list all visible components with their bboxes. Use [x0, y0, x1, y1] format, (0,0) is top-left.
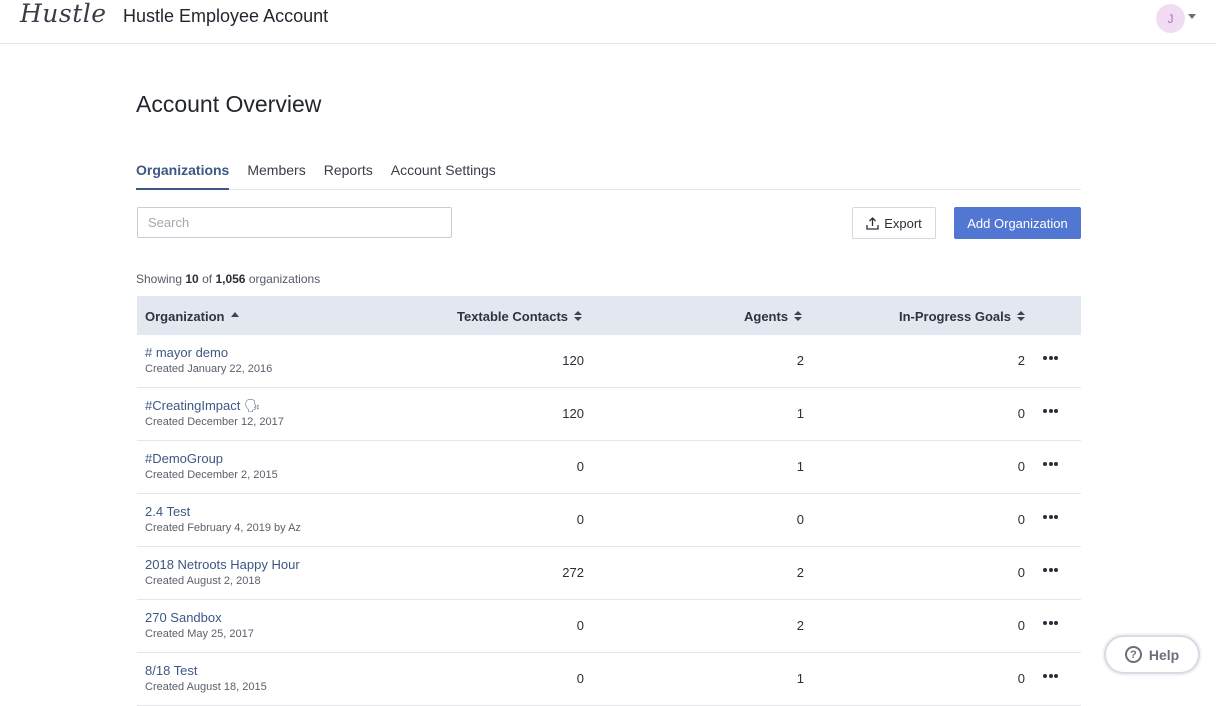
goals-value: 2 [1017, 353, 1025, 368]
table-row: #CreatingImpact 🗣 Created December 12, 2… [137, 388, 1081, 441]
tab-bar: Organizations Members Reports Account Se… [136, 160, 1081, 190]
goals-value: 0 [1017, 512, 1025, 527]
app-title: Hustle Employee Account [123, 6, 329, 26]
help-button[interactable]: ? Help [1104, 635, 1200, 674]
tab-reports[interactable]: Reports [324, 160, 373, 190]
column-header-goals[interactable]: In-Progress Goals [899, 309, 1025, 324]
more-options-icon[interactable] [1043, 459, 1058, 469]
page-title: Account Overview [136, 91, 322, 117]
column-header-agents[interactable]: Agents [744, 309, 803, 324]
sort-icon [794, 310, 803, 323]
goals-value: 0 [1017, 565, 1025, 580]
organization-link[interactable]: 2.4 Test [145, 504, 190, 519]
textable-contacts-value: 0 [576, 512, 584, 527]
tab-members[interactable]: Members [247, 160, 305, 190]
tab-organizations[interactable]: Organizations [136, 160, 230, 190]
agents-value: 0 [796, 512, 804, 527]
help-label: Help [1148, 646, 1180, 663]
export-label: Export [884, 215, 922, 231]
created-date: Created January 22, 2016 [145, 363, 273, 375]
organization-link[interactable]: #DemoGroup [145, 451, 223, 466]
tab-account-settings[interactable]: Account Settings [391, 160, 496, 190]
goals-value: 0 [1017, 671, 1025, 686]
created-date: Created February 4, 2019 by Az [145, 522, 301, 534]
textable-contacts-value: 120 [562, 406, 584, 421]
textable-contacts-value: 0 [576, 618, 584, 633]
sort-icon [1016, 310, 1025, 323]
table-row: 2018 Netroots Happy Hour Created August … [137, 547, 1081, 600]
search-input[interactable] [137, 207, 452, 238]
table-row: #DemoGroup Created December 2, 2015 0 1 … [137, 441, 1081, 494]
goals-value: 0 [1017, 459, 1025, 474]
sort-ascending-icon [231, 312, 240, 317]
textable-contacts-value: 0 [576, 671, 584, 686]
agents-value: 2 [796, 565, 804, 580]
more-options-icon[interactable] [1043, 353, 1058, 363]
textable-contacts-value: 120 [562, 353, 584, 368]
sort-icon [574, 310, 583, 323]
organization-link[interactable]: 2018 Netroots Happy Hour [145, 557, 300, 572]
agents-value: 2 [796, 618, 804, 633]
add-organization-button[interactable]: Add Organization [954, 207, 1081, 239]
export-button[interactable]: Export [852, 207, 936, 239]
organization-link[interactable]: #CreatingImpact 🗣 [145, 398, 261, 414]
more-options-icon[interactable] [1043, 618, 1058, 628]
agents-value: 2 [796, 353, 804, 368]
table-row: # mayor demo Created January 22, 2016 12… [137, 335, 1081, 388]
table-row: 8/18 Test Created August 18, 2015 0 1 0 [137, 653, 1081, 706]
column-header-contacts[interactable]: Textable Contacts [457, 309, 583, 324]
upload-icon [866, 216, 879, 230]
question-icon: ? [1124, 646, 1142, 663]
table-row: 270 Sandbox Created May 25, 2017 0 2 0 [137, 600, 1081, 653]
organization-link[interactable]: 8/18 Test [145, 663, 198, 678]
organizations-table: Organization Textable Contacts Agents In… [137, 296, 1081, 706]
agents-value: 1 [796, 671, 804, 686]
column-header-organization[interactable]: Organization [145, 309, 240, 324]
table-row: 2.4 Test Created February 4, 2019 by Az … [137, 494, 1081, 547]
hustle-logo[interactable]: Hustle [20, 0, 107, 28]
created-date: Created December 12, 2017 [145, 416, 284, 428]
more-options-icon[interactable] [1043, 565, 1058, 575]
created-date: Created August 2, 2018 [145, 575, 261, 587]
top-bar: Hustle Hustle Employee Account J [0, 0, 1216, 44]
agents-value: 1 [796, 459, 804, 474]
goals-value: 0 [1017, 618, 1025, 633]
created-date: Created December 2, 2015 [145, 469, 278, 481]
table-header: Organization Textable Contacts Agents In… [137, 296, 1081, 335]
organization-link[interactable]: # mayor demo [145, 345, 228, 360]
goals-value: 0 [1017, 406, 1025, 421]
user-avatar[interactable]: J [1156, 4, 1185, 33]
more-options-icon[interactable] [1043, 406, 1058, 416]
organization-link[interactable]: 270 Sandbox [145, 610, 222, 625]
agents-value: 1 [796, 406, 804, 421]
more-options-icon[interactable] [1043, 671, 1058, 681]
created-date: Created May 25, 2017 [145, 628, 254, 640]
more-options-icon[interactable] [1043, 512, 1058, 522]
results-summary: Showing 10 of 1,056 organizations [136, 272, 321, 286]
chevron-down-icon[interactable] [1188, 14, 1196, 19]
created-date: Created August 18, 2015 [145, 681, 267, 693]
textable-contacts-value: 272 [562, 565, 584, 580]
textable-contacts-value: 0 [576, 459, 584, 474]
